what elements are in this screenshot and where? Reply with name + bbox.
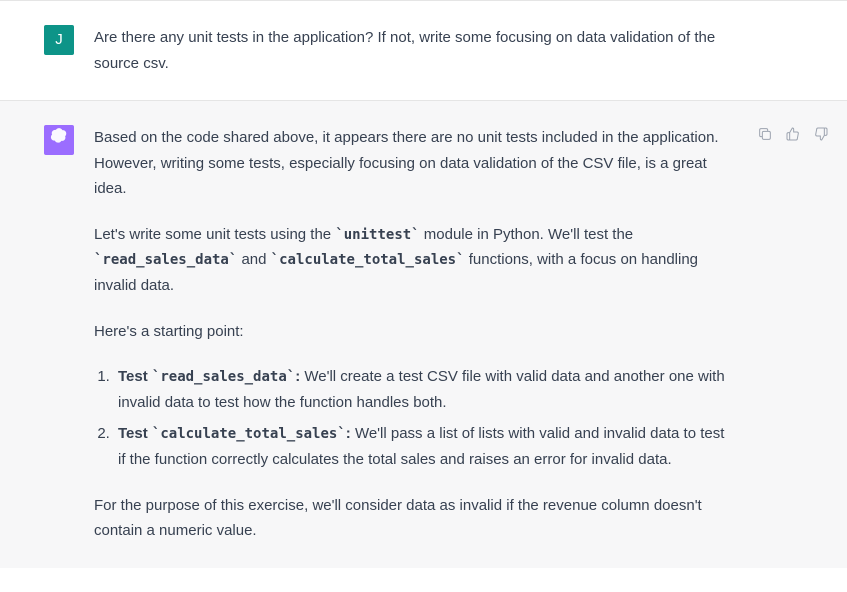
assistant-para2: Let's write some unit tests using the `u… xyxy=(94,222,734,299)
text-fragment: module in Python. We'll test the xyxy=(420,226,634,243)
user-message-text: Are there any unit tests in the applicat… xyxy=(94,25,737,76)
user-message-content: Are there any unit tests in the applicat… xyxy=(94,25,737,76)
list-item: Test `read_sales_data`: We'll create a t… xyxy=(114,364,734,415)
assistant-para3: Here's a starting point: xyxy=(94,319,734,345)
user-avatar: J xyxy=(44,25,74,55)
code-read-sales-data: `read_sales_data` xyxy=(94,252,237,268)
text-fragment: Let's write some unit tests using the xyxy=(94,226,335,243)
code-calculate-total-sales: `calculate_total_sales` xyxy=(271,252,465,268)
assistant-message-content: Based on the code shared above, it appea… xyxy=(94,125,734,544)
assistant-avatar xyxy=(44,125,74,155)
code-unittest: `unittest` xyxy=(335,227,419,243)
code-calculate-total-sales: `calculate_total_sales` xyxy=(152,426,346,442)
thumbs-down-icon[interactable] xyxy=(813,125,829,151)
text-fragment: Test xyxy=(118,368,152,385)
user-message: J Are there any unit tests in the applic… xyxy=(0,0,847,100)
assistant-para4: For the purpose of this exercise, we'll … xyxy=(94,493,734,544)
assistant-intro: Based on the code shared above, it appea… xyxy=(94,125,734,202)
openai-icon xyxy=(49,126,69,155)
message-actions xyxy=(757,125,829,151)
list-item-label: Test `calculate_total_sales`: xyxy=(118,425,351,442)
list-item-label: Test `read_sales_data`: xyxy=(118,368,300,385)
copy-icon[interactable] xyxy=(757,125,773,151)
test-plan-list: Test `read_sales_data`: We'll create a t… xyxy=(94,364,734,473)
text-fragment: and xyxy=(237,251,270,268)
code-read-sales-data: `read_sales_data` xyxy=(152,369,295,385)
thumbs-up-icon[interactable] xyxy=(785,125,801,151)
user-avatar-letter: J xyxy=(55,27,63,53)
list-item: Test `calculate_total_sales`: We'll pass… xyxy=(114,421,734,472)
assistant-message: Based on the code shared above, it appea… xyxy=(0,100,847,568)
text-fragment: Test xyxy=(118,425,152,442)
